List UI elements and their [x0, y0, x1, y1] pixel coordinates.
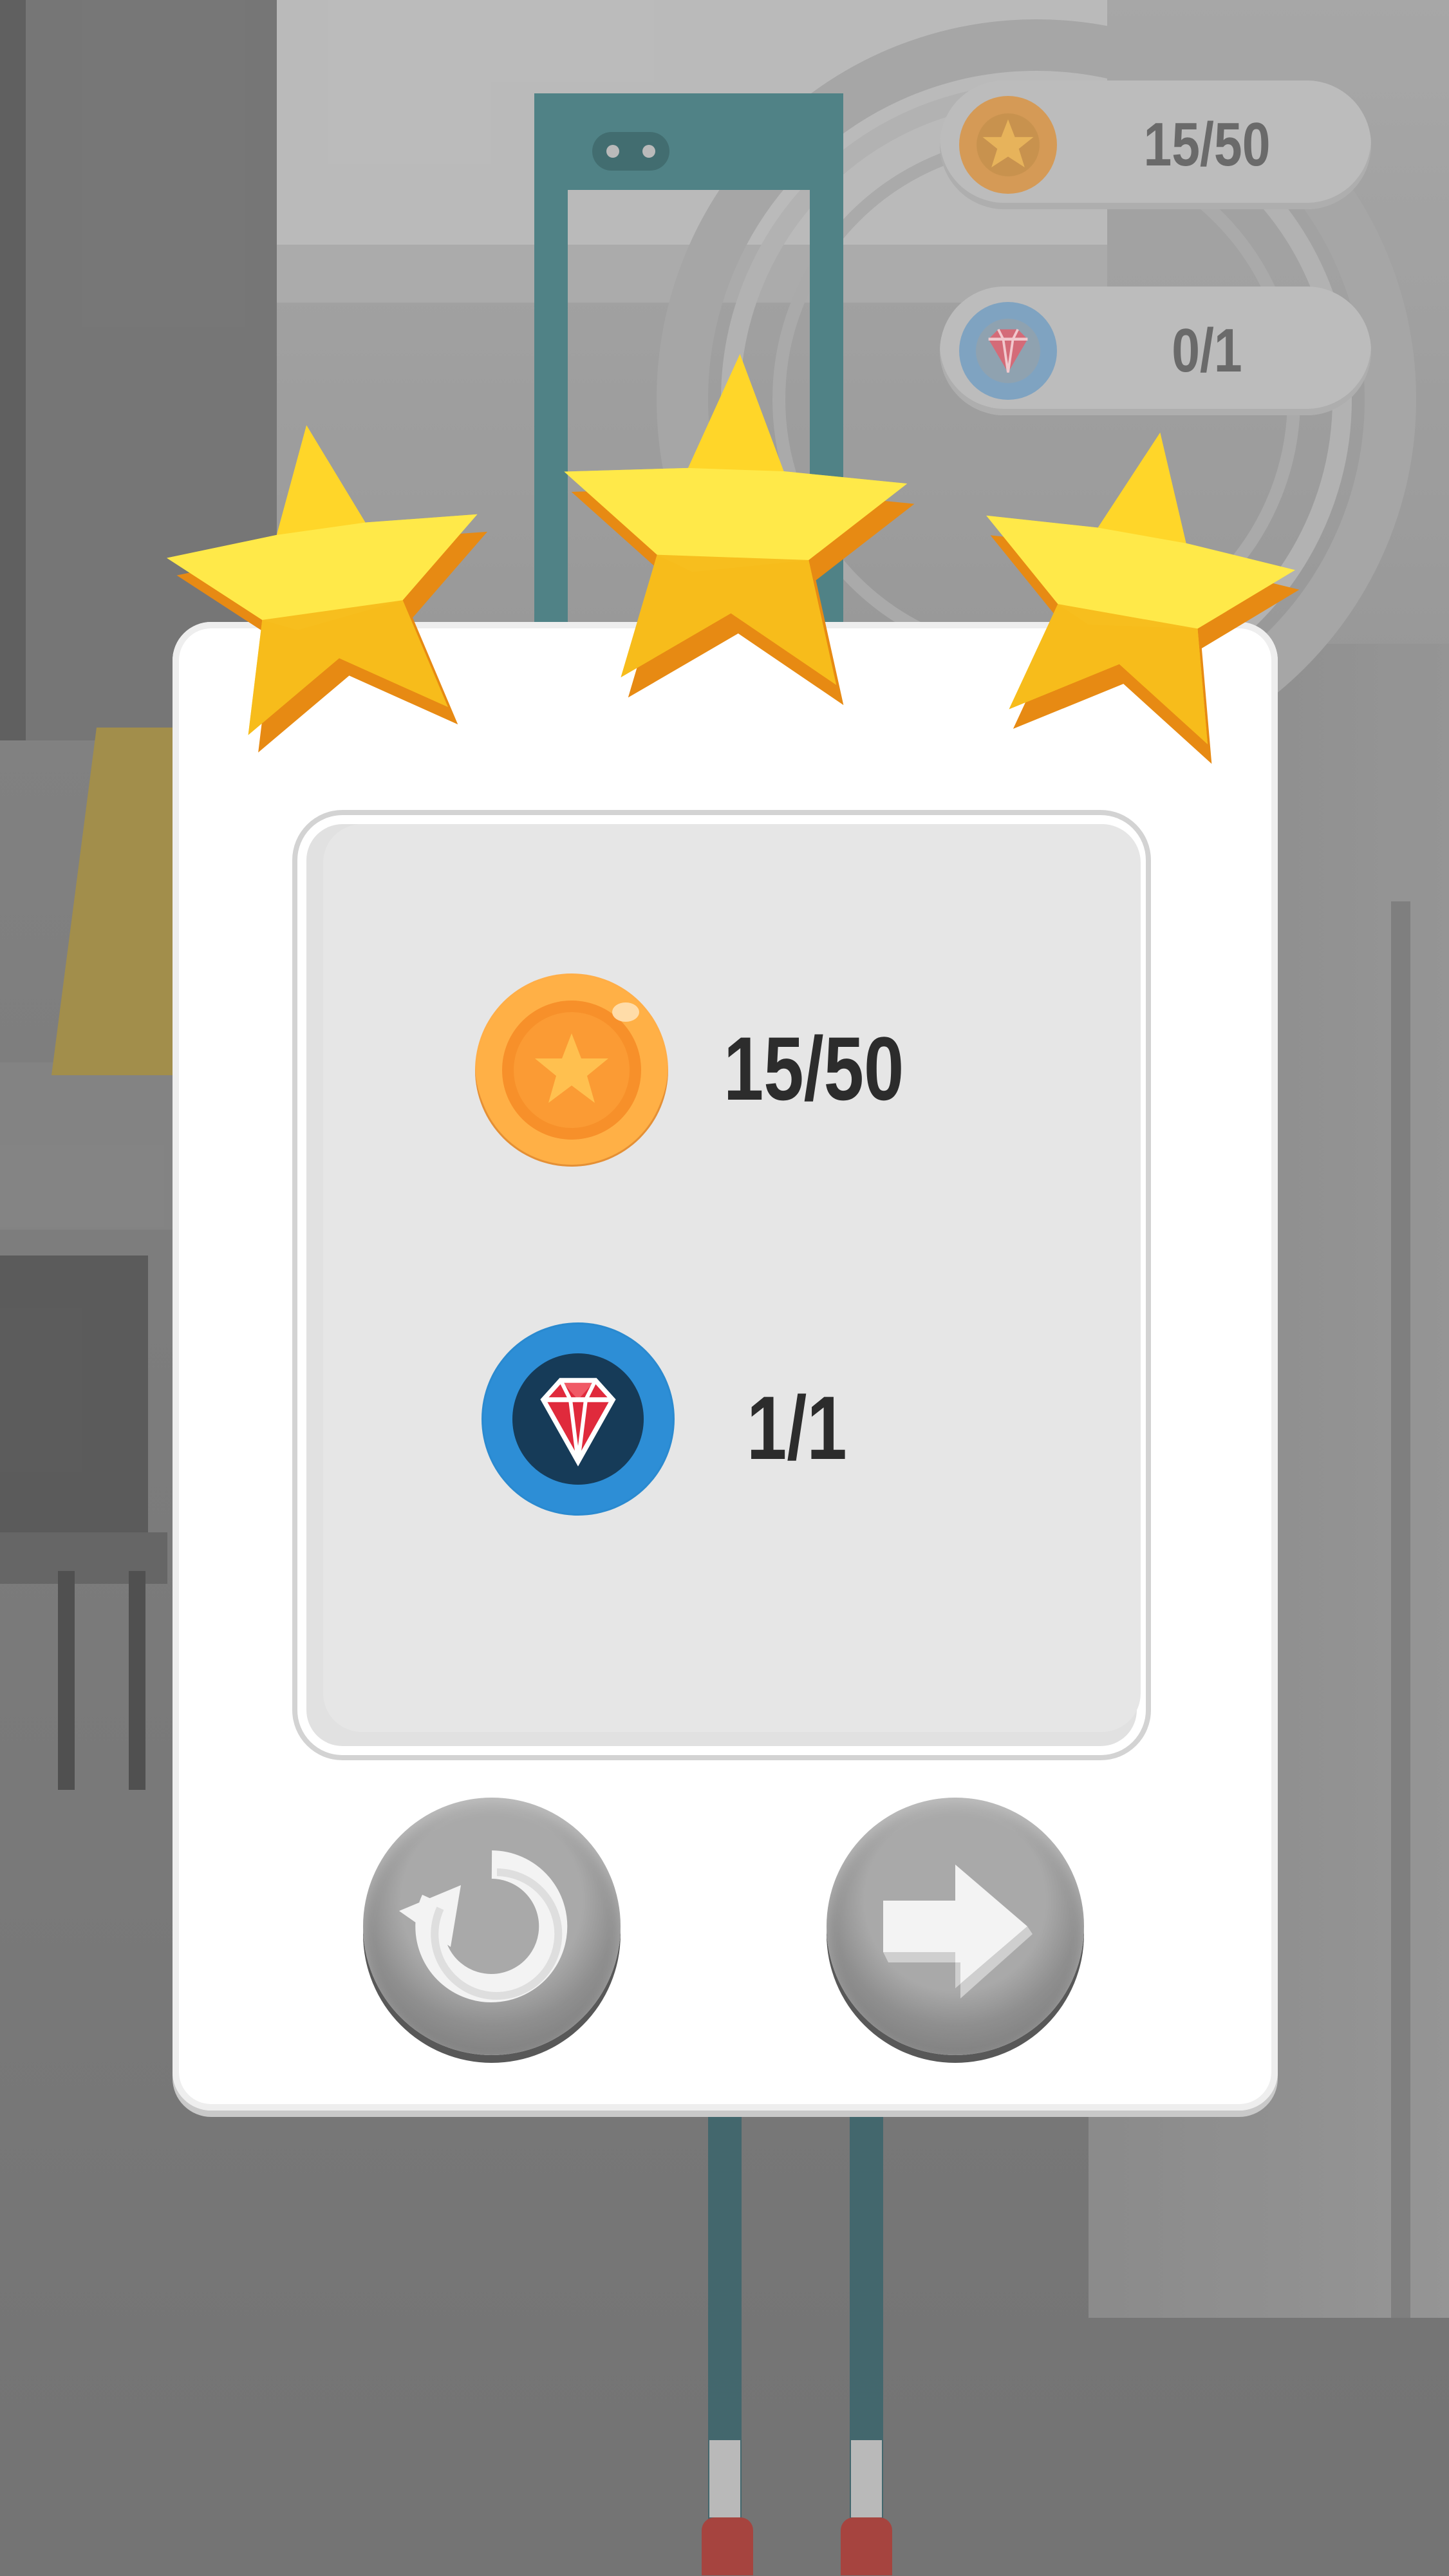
gem-icon [481, 1322, 675, 1516]
arrow-right-icon [883, 1865, 1033, 1998]
results-panel [323, 824, 1141, 1732]
coin-star-icon [959, 96, 1057, 194]
star-icon [986, 432, 1300, 764]
results-coins-value: 15/50 [724, 1018, 904, 1119]
star-icon [167, 425, 488, 753]
coin-star-icon [475, 973, 668, 1167]
hud-coins-counter: 15/50 [940, 80, 1371, 209]
hud-coins-value: 15/50 [1143, 110, 1271, 179]
gem-icon [959, 302, 1057, 400]
next-level-button[interactable] [827, 1798, 1084, 2055]
replay-icon [399, 1850, 568, 2002]
results-gems-value: 1/1 [747, 1377, 847, 1478]
rating-star-2 [534, 322, 933, 721]
game-screen: 15/50 0/1 15/50 1/1 [0, 0, 1449, 2576]
rating-star-3 [946, 393, 1320, 766]
star-icon [564, 353, 915, 706]
rating-star-1 [142, 386, 515, 760]
replay-button[interactable] [363, 1798, 621, 2055]
